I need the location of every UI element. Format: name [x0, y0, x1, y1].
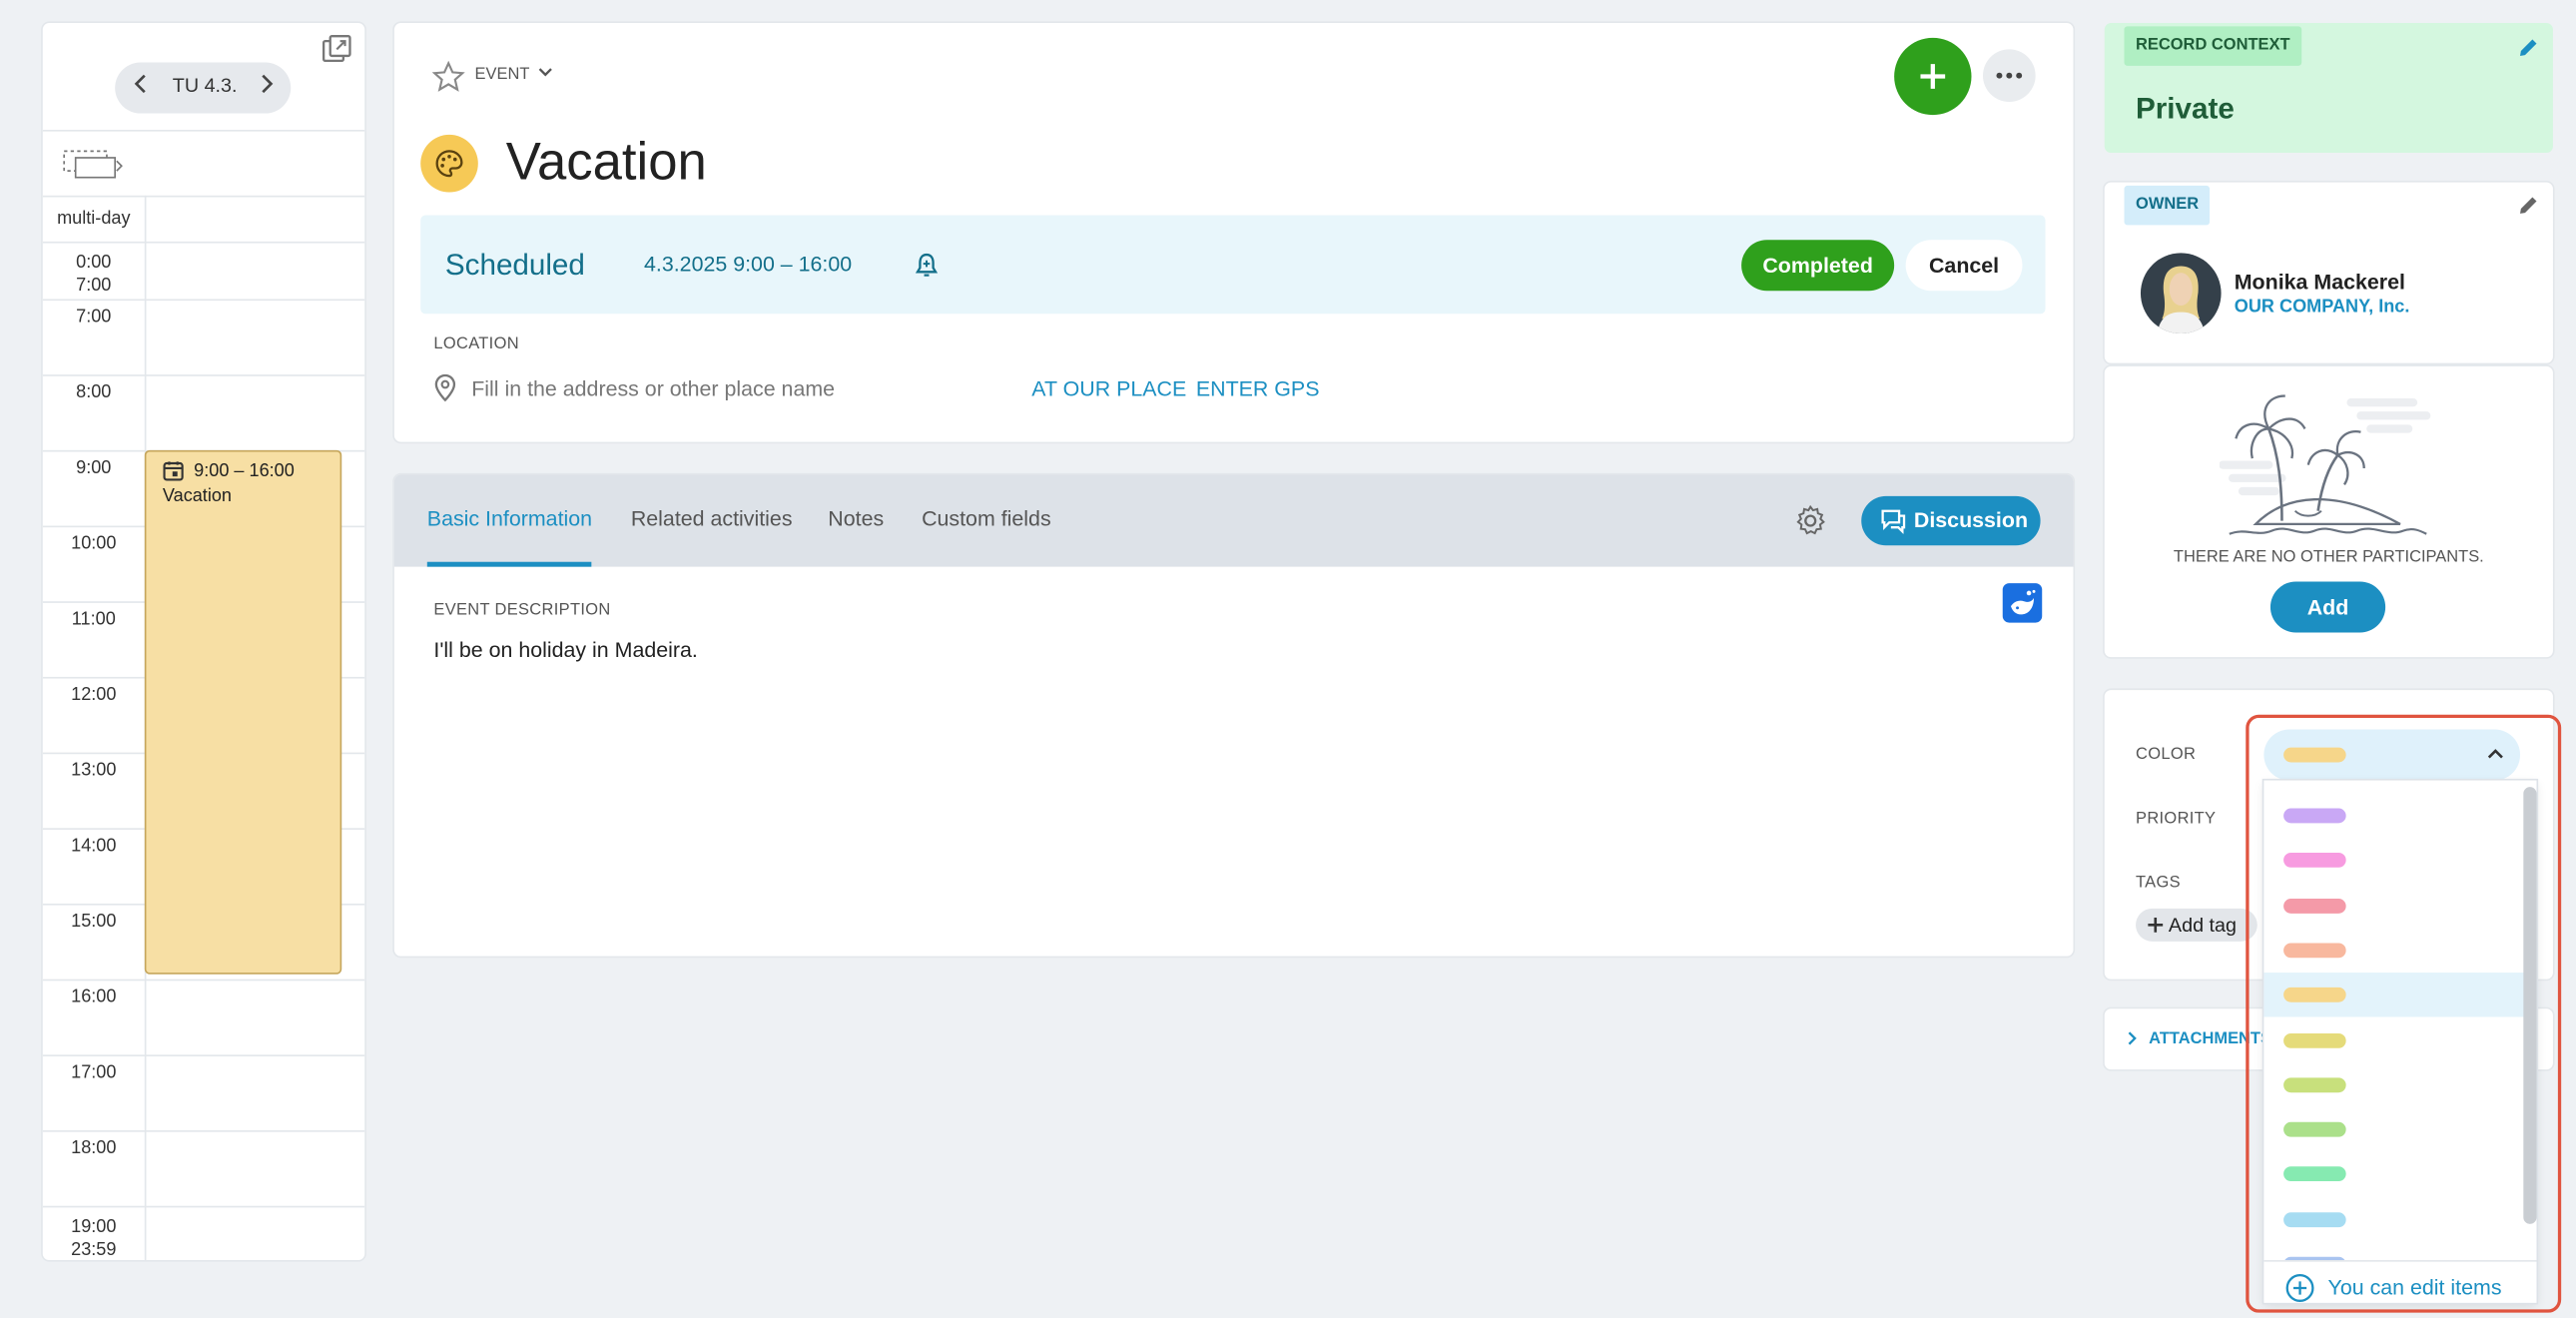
chat-icon	[1881, 509, 1906, 534]
hour-row[interactable]: 0:00 7:00	[42, 241, 365, 300]
record-header-card: EVENT Vacation Scheduled 4.3.2025 9:00 –…	[393, 23, 2074, 442]
hour-row[interactable]: 19:00 23:59	[42, 1205, 365, 1261]
add-tag-label: Add tag	[2168, 913, 2238, 937]
avatar[interactable]	[2140, 253, 2222, 334]
discussion-button[interactable]: Discussion	[1861, 495, 2041, 546]
hour-label: 10:00	[71, 533, 117, 554]
tab-basic-information[interactable]: Basic Information	[427, 506, 592, 531]
hour-row[interactable]: 18:00	[42, 1130, 365, 1206]
drag-to-calendar-icon[interactable]	[63, 146, 126, 187]
tab-custom-fields[interactable]: Custom fields	[922, 506, 1051, 531]
gear-icon[interactable]	[1794, 504, 1827, 545]
favorite-star-icon[interactable]	[431, 60, 465, 100]
active-tab-indicator	[426, 561, 592, 567]
hour-row[interactable]: 17:00	[42, 1054, 365, 1130]
hour-label: 8:00	[76, 382, 112, 403]
priority-label: PRIORITY	[2136, 810, 2217, 829]
ai-assistant-icon[interactable]	[2002, 583, 2043, 623]
hour-row[interactable]: 8:00	[42, 374, 365, 450]
calendar-event-time: 9:00 – 16:00	[194, 461, 295, 482]
record-title[interactable]: Vacation	[506, 132, 707, 193]
tab-bar: Basic Information Related activities Not…	[393, 474, 2074, 567]
day-navigator: TU 4.3.	[115, 62, 292, 114]
record-context-value[interactable]: Private	[2136, 92, 2235, 127]
record-type-dropdown[interactable]: EVENT	[475, 66, 554, 84]
next-day-button[interactable]	[258, 72, 274, 100]
add-participant-button[interactable]: Add	[2269, 581, 2386, 633]
discussion-label: Discussion	[1913, 507, 2029, 533]
calendar-event-vacation[interactable]: 9:00 – 16:00 Vacation	[144, 449, 342, 975]
completed-button[interactable]: Completed	[1741, 240, 1895, 292]
calendar-event-icon	[163, 460, 184, 490]
record-type-label: EVENT	[474, 65, 530, 84]
map-pin-icon	[432, 373, 458, 411]
event-description-text[interactable]: I'll be on holiday in Madeira.	[433, 637, 697, 662]
palette-icon	[435, 150, 463, 178]
tab-related-activities[interactable]: Related activities	[631, 506, 793, 531]
multiday-label: multi-day	[57, 208, 131, 229]
hour-label: 15:00	[71, 912, 117, 932]
record-color-icon[interactable]	[420, 134, 478, 193]
participants-card: THERE ARE NO OTHER PARTICIPANTS. Add	[2104, 365, 2553, 658]
hour-label: 0:00 7:00	[76, 253, 112, 297]
status-bar: Scheduled 4.3.2025 9:00 – 16:00 Complete…	[420, 215, 2046, 315]
hour-label: 18:00	[71, 1138, 117, 1159]
edit-context-icon[interactable]	[2517, 36, 2540, 67]
hour-label: 11:00	[71, 609, 116, 630]
record-tabs-card: Basic Information Related activities Not…	[393, 474, 2074, 957]
add-button[interactable]	[1894, 37, 1972, 116]
hour-label: 16:00	[71, 987, 117, 1007]
cancel-button[interactable]: Cancel	[1905, 240, 2023, 292]
location-label: LOCATION	[433, 334, 519, 353]
hour-label: 19:00 23:59	[71, 1217, 117, 1261]
calendar-event-title: Vacation	[162, 486, 233, 506]
hour-label: 13:00	[71, 760, 117, 781]
prev-day-button[interactable]	[133, 72, 149, 100]
highlight-frame	[2246, 714, 2562, 1313]
location-input[interactable]: Fill in the address or other place name	[471, 376, 835, 401]
hour-label: 12:00	[71, 685, 117, 705]
more-options-button[interactable]	[1982, 49, 2036, 103]
edit-owner-icon[interactable]	[2517, 194, 2540, 225]
owner-badge: OWNER	[2124, 185, 2211, 226]
record-context-badge: RECORD CONTEXT	[2124, 26, 2302, 66]
tags-label: TAGS	[2136, 874, 2181, 893]
tab-notes[interactable]: Notes	[828, 506, 884, 531]
event-datetime[interactable]: 4.3.2025 9:00 – 16:00	[644, 252, 852, 277]
color-label: COLOR	[2136, 746, 2197, 765]
hour-label: 7:00	[76, 307, 112, 328]
hour-label: 9:00	[76, 458, 112, 478]
hour-label: 17:00	[71, 1062, 117, 1083]
plus-icon	[1920, 64, 1946, 89]
plus-icon	[2148, 917, 2164, 933]
current-day-label[interactable]: TU 4.3.	[173, 74, 238, 97]
hour-label: 14:00	[71, 836, 117, 857]
owner-company[interactable]: OUR COMPANY, Inc.	[2235, 298, 2410, 318]
owner-name[interactable]: Monika Mackerel	[2235, 270, 2405, 295]
event-description-label: EVENT DESCRIPTION	[433, 601, 611, 620]
chevron-right-icon	[2128, 1031, 2137, 1045]
add-tag-button[interactable]: Add tag	[2136, 908, 2257, 942]
reminder-bell-icon[interactable]	[914, 252, 940, 288]
enter-gps-link[interactable]: ENTER GPS	[1196, 376, 1320, 401]
record-context-card: RECORD CONTEXT Private	[2104, 23, 2553, 154]
hour-row[interactable]: 16:00	[42, 979, 365, 1055]
popout-icon[interactable]	[322, 35, 351, 65]
at-our-place-link[interactable]: AT OUR PLACE	[1031, 376, 1186, 401]
no-participants-text: THERE ARE NO OTHER PARTICIPANTS.	[2173, 548, 2484, 567]
island-illustration-icon	[2219, 379, 2433, 548]
ellipsis-icon	[1996, 72, 2023, 79]
day-calendar: TU 4.3. multi-day 0:00 7:00 7:00 8:00 9:00 10…	[42, 23, 365, 1261]
status-label[interactable]: Scheduled	[445, 248, 585, 283]
owner-card: OWNER Monika Mackerel OUR COMPANY, Inc.	[2104, 182, 2553, 363]
hour-row[interactable]: 7:00	[42, 299, 365, 374]
chevron-down-icon	[538, 68, 552, 77]
